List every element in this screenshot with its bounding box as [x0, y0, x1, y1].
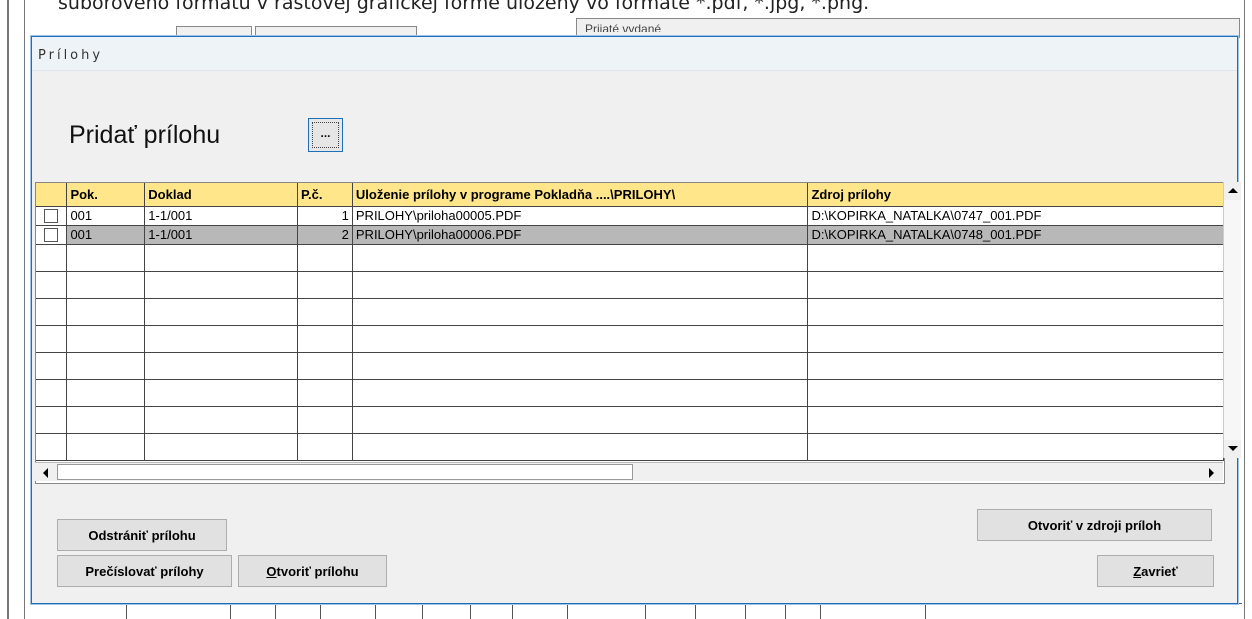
background-panel [576, 18, 1240, 38]
table-row[interactable]: 001 1-1/001 1 PRILOHY\priloha00005.PDF D… [36, 206, 1224, 226]
checkbox-icon[interactable] [44, 228, 59, 243]
attachments-grid[interactable]: Pok. Doklad P.č. Uloženie prílohy v prog… [35, 182, 1225, 484]
cell-pok[interactable]: 001 [66, 225, 146, 245]
open-in-source-button[interactable]: Otvoriť v zdroji príloh [977, 509, 1212, 541]
empty-row [36, 433, 1224, 461]
attachments-dialog: Prílohy Pridať prílohu ... Pok. Doklad P… [31, 36, 1241, 604]
cell-ulozenie[interactable]: PRILOHY\priloha00005.PDF [352, 206, 809, 226]
open-in-source-label: Otvoriť v zdroji príloh [1027, 517, 1162, 533]
column-header-ulozenie[interactable]: Uloženie prílohy v programe Pokladňa ...… [352, 183, 809, 207]
arrow-up-icon[interactable] [1224, 182, 1241, 199]
background-table-bottom [30, 603, 1242, 619]
empty-row [36, 298, 1224, 326]
background-left-border [7, 0, 9, 619]
vertical-scroll-track[interactable] [1224, 200, 1241, 440]
horizontal-scrollbar[interactable] [35, 462, 1223, 481]
empty-row [36, 325, 1224, 353]
remove-attachment-button[interactable]: Odstrániť prílohu [57, 519, 227, 551]
arrow-down-icon[interactable] [1224, 440, 1241, 457]
renumber-attachments-button[interactable]: Prečíslovať prílohy [57, 555, 232, 587]
row-select-cell [36, 206, 68, 226]
cell-pc[interactable]: 1 [297, 206, 353, 226]
open-attachment-mnemonic: O [266, 563, 277, 579]
grid-header-row: Pok. Doklad P.č. Uloženie prílohy v prog… [36, 183, 1224, 207]
dialog-title: Prílohy [38, 48, 104, 63]
close-mnemonic: Z [1133, 563, 1142, 579]
background-instruction-text: súborového formátu v rastovej grafickej … [58, 0, 870, 14]
close-label: avrieť [1141, 563, 1178, 579]
renumber-attachments-label: Prečíslovať prílohy [85, 563, 204, 579]
background-partial-label: Prijaté vydané [585, 22, 662, 32]
cell-pc[interactable]: 2 [297, 225, 353, 245]
table-row-selected[interactable]: 001 1-1/001 2 PRILOHY\priloha00006.PDF D… [36, 225, 1224, 245]
open-attachment-label: tvoriť prílohu [276, 563, 359, 579]
add-attachment-heading: Pridať prílohu [69, 121, 221, 149]
row-select-cell [36, 225, 68, 245]
cell-ulozenie[interactable]: PRILOHY\priloha00006.PDF [352, 225, 809, 245]
vertical-scrollbar[interactable] [1223, 182, 1241, 458]
remove-attachment-label: Odstrániť prílohu [88, 527, 196, 543]
close-button[interactable]: Zavrieť [1097, 555, 1214, 587]
cell-zdroj[interactable]: D:\KOPIRKA_NATALKA\0748_001.PDF [807, 225, 1224, 245]
grid-header-select [36, 183, 68, 207]
checkbox-icon[interactable] [44, 209, 59, 224]
empty-row [36, 352, 1224, 380]
empty-row [36, 271, 1224, 299]
background-right-border [1244, 0, 1245, 619]
cell-doklad[interactable]: 1-1/001 [144, 206, 298, 226]
cell-doklad[interactable]: 1-1/001 [144, 225, 298, 245]
open-attachment-button[interactable]: Otvoriť prílohu [238, 555, 387, 587]
column-header-pc[interactable]: P.č. [297, 183, 353, 207]
empty-row [36, 244, 1224, 272]
cell-zdroj[interactable]: D:\KOPIRKA_NATALKA\0747_001.PDF [807, 206, 1224, 226]
arrow-right-icon[interactable] [1203, 464, 1220, 481]
arrow-left-icon[interactable] [37, 464, 54, 481]
horizontal-scroll-thumb[interactable] [57, 464, 633, 480]
column-header-doklad[interactable]: Doklad [144, 183, 298, 207]
browse-file-button[interactable]: ... [308, 118, 343, 152]
column-header-zdroj[interactable]: Zdroj prílohy [807, 183, 1224, 207]
empty-row [36, 406, 1224, 434]
empty-row [36, 379, 1224, 407]
column-header-pok[interactable]: Pok. [66, 183, 146, 207]
cell-pok[interactable]: 001 [66, 206, 146, 226]
dialog-titlebar[interactable]: Prílohy [32, 37, 1237, 71]
background-left-border-inner [24, 0, 25, 619]
browse-button-label: ... [320, 126, 331, 140]
